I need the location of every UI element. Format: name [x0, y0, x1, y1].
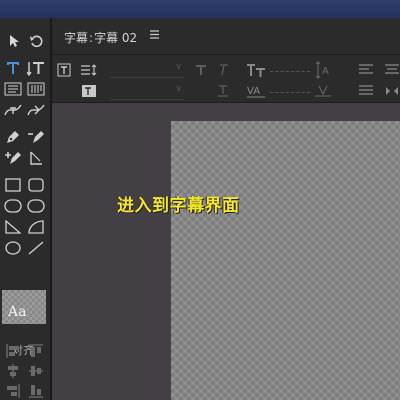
tab-stops-icon[interactable] [80, 84, 98, 98]
tab-marker-icon[interactable] [384, 84, 400, 98]
align-left-text-icon[interactable] [358, 63, 374, 77]
chevron-down-icon: ∨ [175, 62, 182, 72]
rectangle-tool-icon[interactable] [4, 176, 22, 194]
arc-tool-icon[interactable] [27, 218, 45, 236]
align-left-icon[interactable] [4, 342, 22, 360]
tutorial-annotation: 进入到字幕界面 [117, 196, 240, 216]
line-tool-icon[interactable] [27, 239, 45, 257]
panel-tab-title[interactable]: 字幕:字幕 02 [64, 29, 137, 46]
justify-text-icon[interactable] [358, 84, 374, 98]
svg-text:A: A [322, 66, 329, 77]
area-type-tool-icon[interactable] [4, 80, 22, 98]
kerning-slider[interactable] [270, 92, 310, 93]
title-workspace [52, 103, 400, 400]
title-canvas[interactable] [171, 121, 400, 400]
panel-title-label: 字幕 [64, 31, 89, 45]
svg-text:VA: VA [247, 86, 260, 97]
wedge-tool-icon[interactable] [4, 218, 22, 236]
font-style-select[interactable]: ∨ [110, 83, 184, 100]
convert-anchor-point-tool-icon[interactable] [27, 149, 45, 167]
vertical-type-tool-icon[interactable] [27, 59, 45, 77]
kerning-icon[interactable]: VA [246, 83, 266, 99]
vertical-area-type-tool-icon[interactable] [27, 80, 45, 98]
type-tool-icon[interactable] [4, 59, 22, 77]
rounded-corner-rectangle-tool-icon[interactable] [27, 197, 45, 215]
new-title-icon[interactable] [56, 63, 72, 77]
rounded-rectangle-tool-icon[interactable] [27, 176, 45, 194]
selection-tool-icon[interactable] [6, 32, 24, 50]
style-preview-text: Aa [8, 304, 27, 320]
title-panel-header: 字幕:字幕 02 [52, 18, 400, 55]
font-family-select[interactable]: ∨ [110, 61, 184, 78]
align-right-icon[interactable] [4, 382, 22, 400]
window-titlebar [0, 0, 400, 18]
bold-icon[interactable] [194, 63, 208, 77]
clipped-corner-rectangle-tool-icon[interactable] [4, 197, 22, 215]
delete-anchor-point-tool-icon[interactable] [27, 128, 45, 146]
title-tools-panel: Aa 对齐 [0, 18, 52, 400]
title-properties-toolbar: ∨ ∨ VA A [52, 55, 400, 103]
chevron-down-icon: ∨ [175, 84, 182, 94]
ellipse-tool-icon[interactable] [4, 239, 22, 257]
underline-icon[interactable] [216, 84, 230, 98]
italic-icon[interactable] [216, 63, 230, 77]
align-horizontal-center-icon[interactable] [4, 362, 22, 380]
leading-icon[interactable]: A [314, 61, 332, 79]
vertical-path-type-tool-icon[interactable] [27, 101, 45, 119]
pen-tool-icon[interactable] [4, 128, 22, 146]
align-bottom-icon[interactable] [27, 382, 45, 400]
align-top-icon[interactable] [27, 342, 45, 360]
font-size-slider[interactable] [270, 71, 310, 72]
align-vertical-center-icon[interactable] [27, 362, 45, 380]
panel-title-separator: : [89, 31, 94, 45]
font-size-icon[interactable] [246, 61, 266, 79]
align-center-text-icon[interactable] [384, 63, 400, 77]
path-type-tool-icon[interactable] [4, 101, 22, 119]
rotation-tool-icon[interactable] [28, 32, 46, 50]
panel-title-name: 字幕 02 [94, 31, 138, 45]
panel-menu-icon[interactable] [150, 27, 159, 43]
title-style-preview[interactable]: Aa [2, 290, 46, 324]
baseline-shift-icon[interactable] [314, 84, 332, 98]
roll-crawl-options-icon[interactable] [80, 63, 98, 77]
add-anchor-point-tool-icon[interactable] [4, 149, 22, 167]
